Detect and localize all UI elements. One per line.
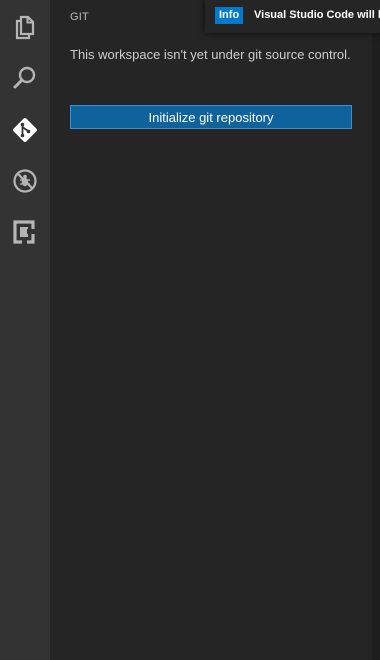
activity-item-git[interactable] (0, 105, 50, 155)
activity-item-extensions[interactable] (0, 207, 50, 257)
activity-bar (0, 0, 50, 660)
initialize-repository-button[interactable]: Initialize git repository (70, 105, 352, 129)
debug-icon (13, 169, 37, 193)
info-notification[interactable]: Info Visual Studio Code will b (205, 0, 380, 33)
search-icon (13, 66, 36, 89)
editor-area (372, 0, 380, 660)
extensions-icon (13, 220, 36, 244)
files-icon (15, 15, 35, 40)
activity-item-explorer[interactable] (0, 2, 50, 52)
activity-item-search[interactable] (0, 53, 50, 103)
notification-message: Visual Studio Code will b (254, 9, 380, 21)
info-badge: Info (215, 7, 244, 24)
git-icon (13, 118, 37, 142)
git-sidebar: GIT This workspace isn't yet under git s… (50, 0, 372, 660)
activity-item-debug[interactable] (0, 156, 50, 206)
vscode-window: GIT This workspace isn't yet under git s… (0, 0, 380, 660)
no-repository-message: This workspace isn't yet under git sourc… (70, 47, 351, 62)
sidebar-title: GIT (70, 11, 89, 23)
